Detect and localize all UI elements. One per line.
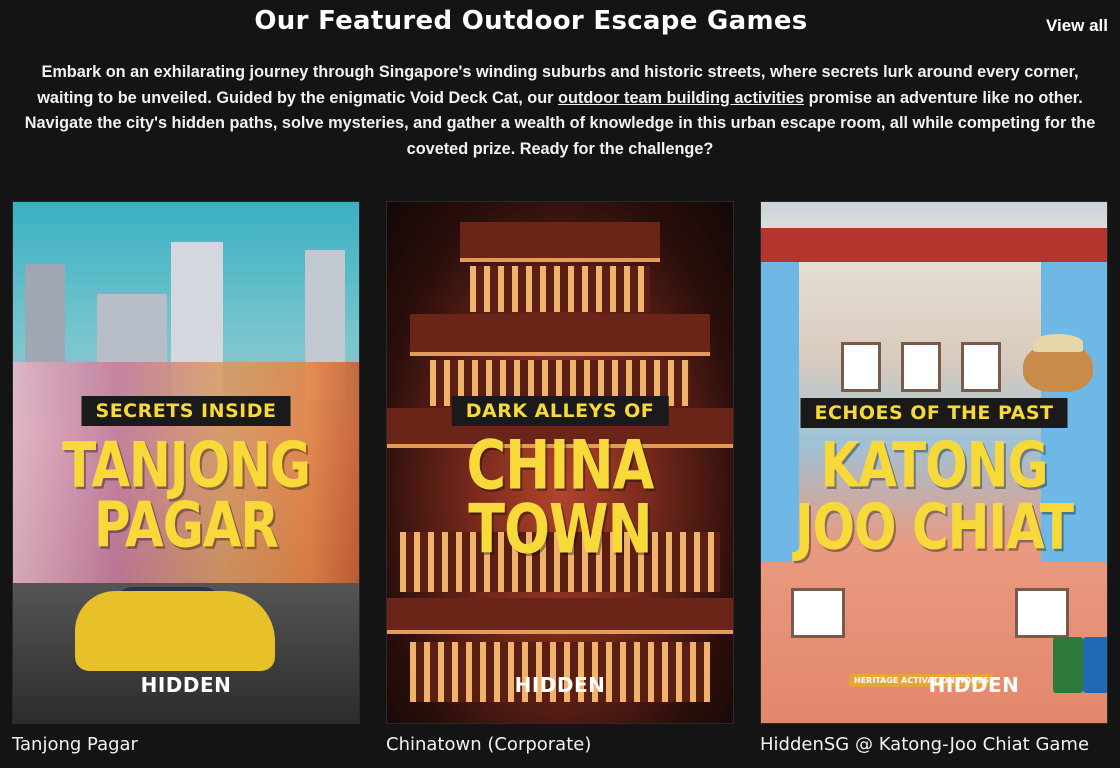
hat-icon [1033, 334, 1083, 352]
card-title[interactable]: Tanjong Pagar [12, 734, 138, 755]
window-shape [901, 342, 941, 392]
brand-logo: HIDDEN [514, 673, 606, 697]
window-shape [841, 342, 881, 392]
view-all-link[interactable]: View all [1046, 16, 1108, 36]
brand-logo: HIDDEN [140, 673, 232, 697]
pagoda-roof-shape [410, 314, 710, 356]
poster-tagline: SECRETS INSIDE [81, 396, 291, 426]
window-shape [961, 342, 1001, 392]
pagoda-tier-shape [470, 266, 650, 312]
section-heading: Our Featured Outdoor Escape Games [254, 6, 808, 36]
roof-shape [761, 228, 1107, 262]
taxi-shape [75, 591, 275, 671]
pagoda-roof-shape [387, 598, 733, 634]
poster-title-line2: PAGAR [94, 489, 279, 562]
window-shape [791, 588, 845, 638]
game-card-katong-joo-chiat[interactable]: ECHOES OF THE PAST KATONG JOO CHIAT HERI… [760, 201, 1108, 755]
poster-image[interactable]: DARK ALLEYS OF CHINA TOWN HIDDEN [386, 201, 734, 724]
poster-image[interactable]: SECRETS INSIDE TANJONG PAGAR HIDDEN [12, 201, 360, 724]
intro-paragraph: Embark on an exhilarating journey throug… [12, 60, 1108, 162]
poster-image[interactable]: ECHOES OF THE PAST KATONG JOO CHIAT HERI… [760, 201, 1108, 724]
poster-title-line1: TANJONG [62, 429, 311, 502]
game-card-tanjong-pagar[interactable]: SECRETS INSIDE TANJONG PAGAR HIDDEN Tanj… [12, 201, 360, 755]
card-title[interactable]: HiddenSG @ Katong-Joo Chiat Game [760, 734, 1089, 755]
brand-logo: HIDDEN [928, 673, 1020, 697]
poster-title-line2: TOWN [468, 489, 653, 569]
game-card-chinatown[interactable]: DARK ALLEYS OF CHINA TOWN HIDDEN Chinato… [386, 201, 734, 755]
poster-tagline: ECHOES OF THE PAST [800, 398, 1068, 428]
poster-tagline: DARK ALLEYS OF [451, 396, 669, 426]
team-building-link[interactable]: outdoor team building activities [558, 89, 804, 107]
pagoda-roof-shape [460, 222, 660, 262]
card-title[interactable]: Chinatown (Corporate) [386, 734, 591, 755]
poster-title-line2: JOO CHIAT [794, 491, 1074, 564]
window-shape [1015, 588, 1069, 638]
poster-title-line1: KATONG [820, 429, 1048, 502]
